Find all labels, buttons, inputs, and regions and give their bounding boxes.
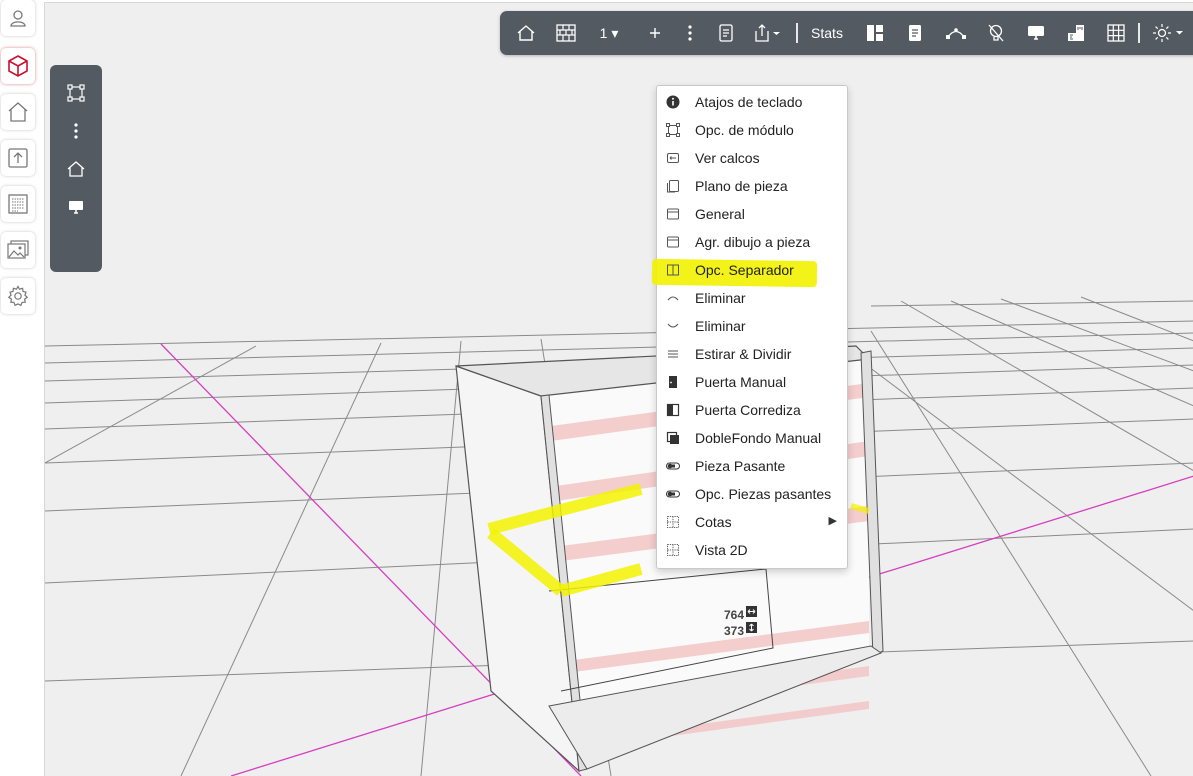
chevron-up-icon	[667, 296, 679, 301]
menu-item-eliminar-arriba[interactable]: Eliminar	[657, 284, 847, 312]
app-rail	[0, 0, 38, 775]
curve-button[interactable]	[940, 11, 972, 55]
report-button[interactable]	[1, 186, 35, 222]
plus-icon	[650, 28, 660, 38]
brick-wall-icon	[556, 24, 576, 42]
menu-item-pieza-pasante[interactable]: Pieza Pasante	[657, 452, 847, 480]
home-view-button[interactable]	[512, 11, 540, 55]
window-icon	[667, 208, 679, 220]
toolbar-more-button[interactable]	[680, 11, 700, 55]
house-icon	[517, 25, 535, 41]
gear-icon	[7, 285, 29, 307]
notes-button[interactable]	[902, 11, 928, 55]
user-icon	[10, 10, 26, 27]
3d-viewport[interactable]: 764 373	[44, 2, 1193, 776]
level-selector-label: 1 ▾	[599, 24, 619, 41]
menu-item-opc-separador[interactable]: Opc. Separador	[657, 256, 847, 284]
submenu-arrow-icon: ▶	[828, 515, 837, 527]
vertical-dots-icon	[74, 123, 78, 139]
dimension-width-label: 764	[724, 608, 745, 622]
menu-item-agr-dibujo[interactable]: Agr. dibujo a pieza	[657, 228, 847, 256]
export-button[interactable]	[750, 11, 786, 55]
chevron-down-icon	[667, 323, 679, 328]
level-selector[interactable]: 1 ▾	[592, 11, 626, 55]
side-home-button[interactable]	[50, 154, 102, 184]
user-button[interactable]	[1, 0, 35, 36]
menu-item-doblefondo-manual[interactable]: DobleFondo Manual	[657, 424, 847, 452]
gallery-button[interactable]	[1, 232, 35, 268]
menu-item-atajos-teclado[interactable]: Atajos de teclado	[657, 88, 847, 116]
sun-icon	[1153, 24, 1183, 42]
toolbar-divider	[1138, 23, 1140, 43]
bezier-curve-icon	[946, 28, 966, 39]
menu-item-plano-pieza[interactable]: Plano de pieza	[657, 172, 847, 200]
half-square-icon	[666, 403, 680, 417]
add-button[interactable]	[644, 11, 666, 55]
settings-button[interactable]	[1, 278, 35, 314]
copy-sheet-icon	[667, 180, 679, 193]
stats-button[interactable]: Stats	[806, 11, 848, 55]
walls-button[interactable]	[552, 11, 580, 55]
document-button[interactable]	[714, 11, 738, 55]
document-filled-icon	[909, 25, 921, 41]
cube-icon	[8, 55, 28, 77]
menu-item-opc-modulo[interactable]: Opc. de módulo	[657, 116, 847, 144]
home-button[interactable]	[1, 94, 35, 130]
3d-scene[interactable]	[45, 3, 1193, 776]
upload-button[interactable]	[1, 140, 35, 176]
menu-item-puerta-corrediza[interactable]: Puerta Corrediza	[657, 396, 847, 424]
toolbar-divider	[796, 23, 798, 43]
measure-button[interactable]	[1062, 11, 1090, 55]
grid-icon	[1107, 24, 1125, 42]
stats-label: Stats	[811, 25, 843, 41]
theme-button[interactable]	[1148, 11, 1190, 55]
document-list-icon	[8, 194, 28, 214]
menu-item-vista-2d[interactable]: Vista 2D	[657, 536, 847, 564]
split-panel-icon	[667, 264, 679, 276]
menu-item-opc-piezas-pasantes[interactable]: Opc. Piezas pasantes	[657, 480, 847, 508]
context-menu: Atajos de teclado Opc. de módulo Ver cal…	[651, 85, 848, 569]
menu-item-cotas[interactable]: Cotas ▶	[657, 508, 847, 536]
dotted-grid-icon	[667, 544, 679, 556]
menu-item-estirar-dividir[interactable]: Estirar & Dividir	[657, 340, 847, 368]
lightbulb-off-icon	[988, 24, 1004, 42]
selection-frame-icon	[67, 84, 85, 102]
document-icon	[719, 24, 733, 42]
top-toolbar: 1 ▾ Stats	[500, 11, 1193, 55]
ruler-icon	[1068, 25, 1084, 41]
info-icon	[666, 95, 680, 109]
dimension-height-label: 373	[724, 624, 745, 638]
vertical-dots-icon	[688, 25, 692, 41]
module-side-toolbar	[50, 65, 102, 272]
decal-icon	[667, 153, 679, 163]
window-icon	[667, 236, 679, 248]
images-icon	[7, 240, 29, 259]
dotted-grid-icon	[667, 516, 679, 528]
upload-icon	[8, 148, 28, 168]
door-icon	[669, 376, 677, 388]
chat-screen-icon	[1028, 26, 1044, 40]
house-icon	[8, 102, 28, 122]
menu-lines-icon	[668, 350, 678, 358]
layout-panels-icon	[867, 25, 883, 41]
monitor-icon	[69, 201, 83, 214]
grid-toggle-button[interactable]	[1102, 11, 1130, 55]
menu-item-puerta-manual[interactable]: Puerta Manual	[657, 368, 847, 396]
lighting-button[interactable]	[982, 11, 1010, 55]
menu-item-eliminar-abajo[interactable]: Eliminar	[657, 312, 847, 340]
toggle-icon	[666, 490, 680, 498]
double-back-icon	[666, 431, 679, 444]
module-frame-icon	[666, 123, 680, 137]
display-button[interactable]	[1022, 11, 1050, 55]
menu-item-ver-calcos[interactable]: Ver calcos	[657, 144, 847, 172]
house-icon	[67, 161, 85, 177]
module-3d-button[interactable]	[1, 48, 35, 84]
menu-item-general[interactable]: General	[657, 200, 847, 228]
more-options-button[interactable]	[50, 116, 102, 146]
select-module-button[interactable]	[50, 78, 102, 108]
layout-button[interactable]	[862, 11, 888, 55]
side-display-button[interactable]	[50, 192, 102, 222]
toggle-icon	[666, 462, 680, 470]
share-icon	[755, 24, 780, 42]
